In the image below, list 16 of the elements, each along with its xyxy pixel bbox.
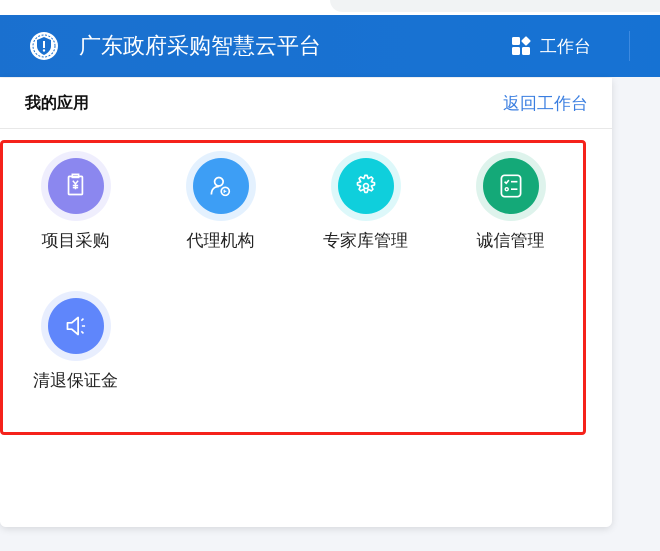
app-icon-badge[interactable] [338,158,394,214]
app-icon-badge[interactable] [192,158,248,214]
app-icon-badge[interactable] [48,298,104,354]
app-label[interactable]: 专家库管理 [323,229,408,252]
app-icon-badge[interactable] [48,158,104,214]
platform-title: 广东政府采购智慧云平台 [79,33,322,61]
app-icon-badge[interactable] [482,158,538,214]
grid-icon [512,36,532,56]
app-label[interactable]: 清退保证金 [33,369,118,392]
logo-icon [29,31,59,61]
app-label[interactable]: 代理机构 [186,229,254,252]
back-to-workbench-link[interactable]: 返回工作台 [503,92,588,114]
panel-title: 我的应用 [25,92,89,114]
nav-link[interactable]: 工作台 [540,34,591,58]
app-label[interactable]: 诚信管理 [476,229,544,252]
app-label[interactable]: 项目采购 [42,229,110,252]
